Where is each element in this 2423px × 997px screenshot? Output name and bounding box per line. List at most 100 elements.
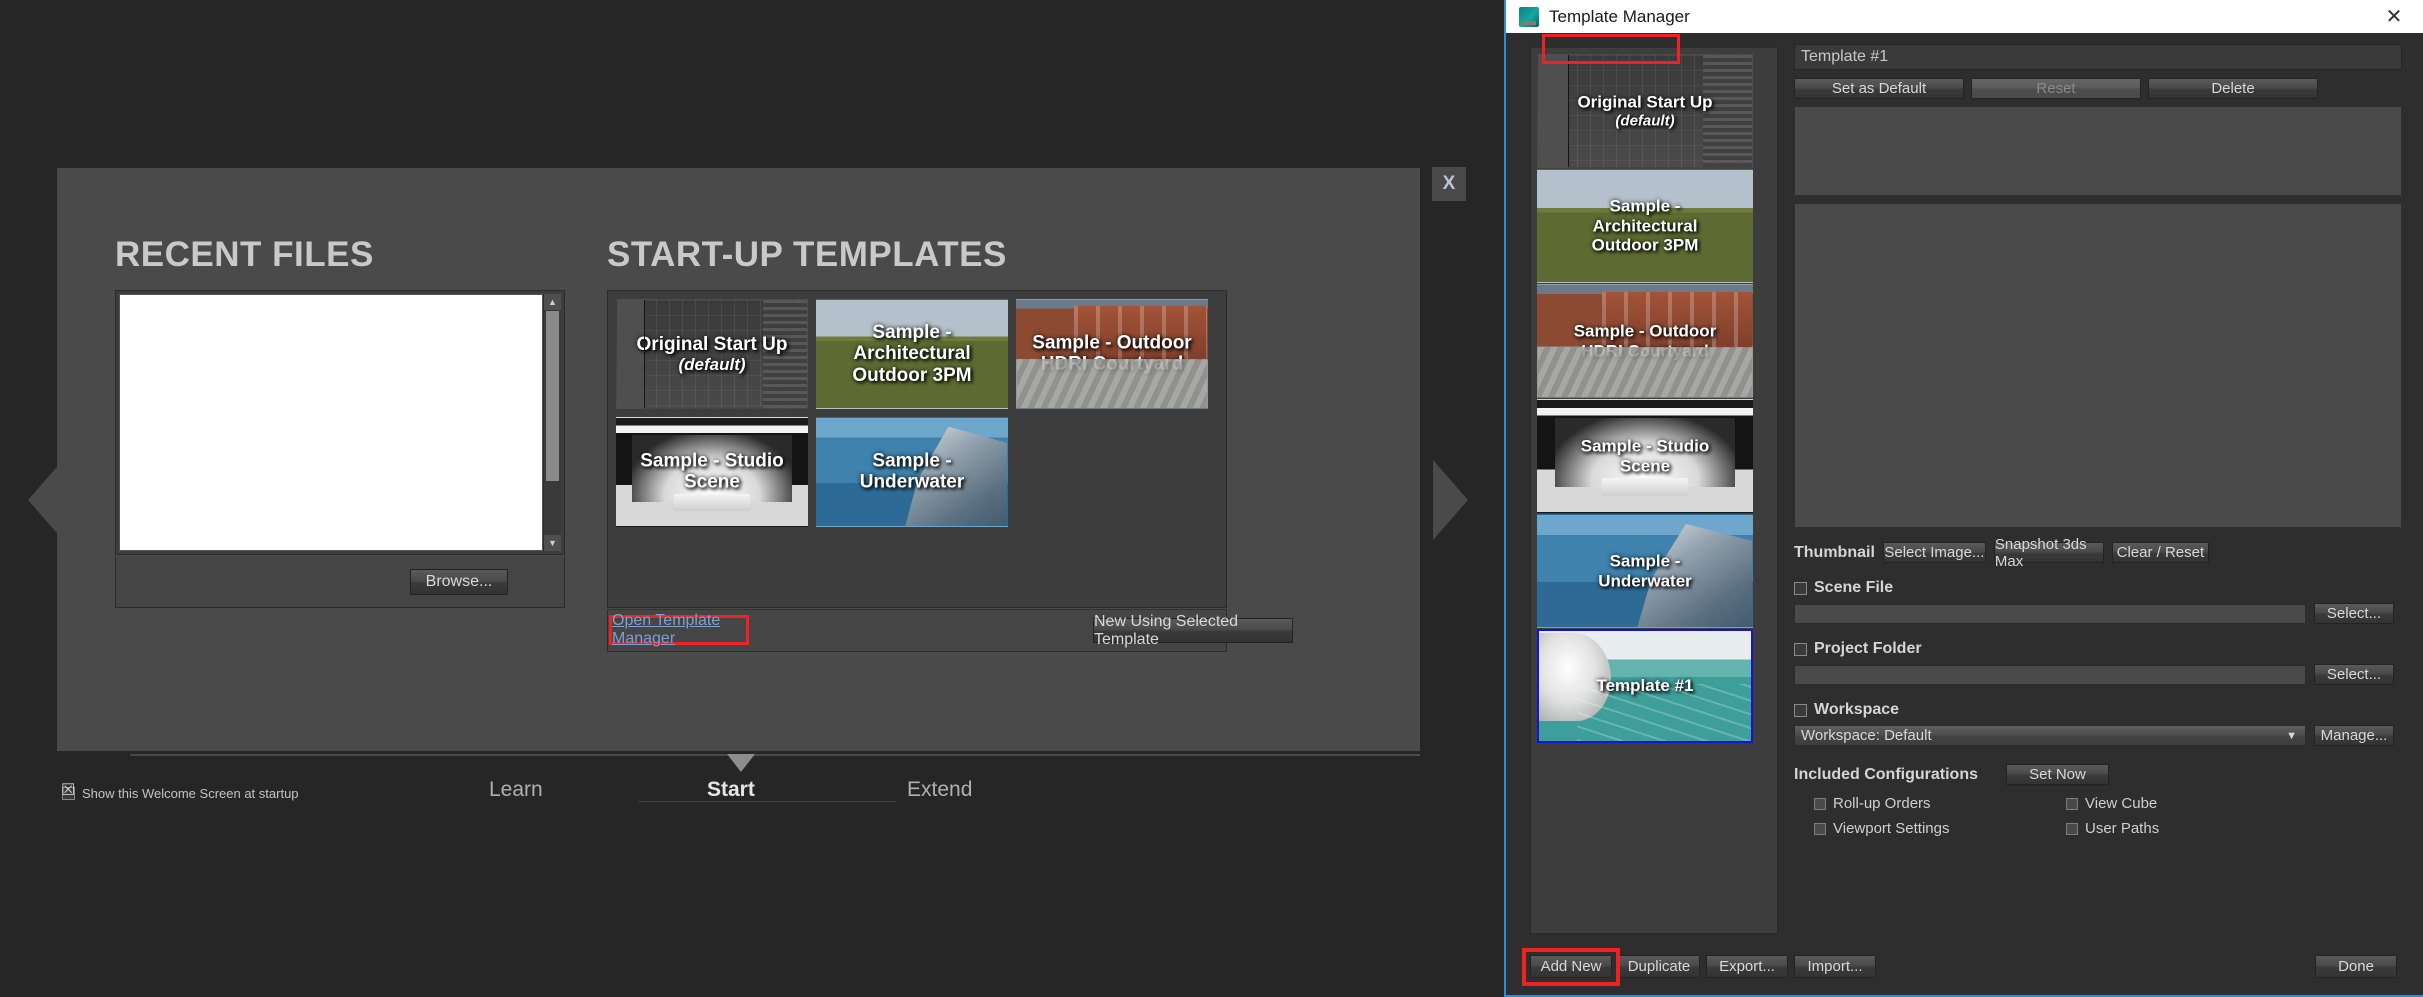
- scene-file-field-row: Select...: [1794, 603, 2402, 624]
- included-config-label: View Cube: [2085, 795, 2158, 812]
- template-list-item[interactable]: Original Start Up (default): [1537, 54, 1753, 168]
- included-configurations-row: Included Configurations Set Now: [1794, 764, 2402, 785]
- export-button[interactable]: Export...: [1706, 955, 1788, 978]
- included-config-checkbox[interactable]: [1814, 822, 1826, 835]
- new-using-selected-template-button[interactable]: New Using Selected Template: [1093, 613, 1293, 648]
- template-manager-window: Template Manager ✕ Original Start Up (def…: [1504, 0, 2423, 997]
- included-config-label: Roll-up Orders: [1833, 795, 1931, 812]
- set-now-button[interactable]: Set Now: [2006, 764, 2109, 785]
- add-new-button[interactable]: Add New: [1530, 955, 1612, 978]
- duplicate-button[interactable]: Duplicate: [1618, 955, 1700, 978]
- included-config-option[interactable]: Viewport Settings: [1814, 820, 2066, 837]
- workspace-manage-button[interactable]: Manage...: [2314, 725, 2394, 746]
- included-config-checkbox[interactable]: [1814, 797, 1826, 810]
- template-list[interactable]: Original Start Up (default) Sample - Archit…: [1537, 54, 1771, 926]
- recent-files-list[interactable]: [119, 294, 543, 551]
- startup-template-card-label: Sample - Outdoor HDRI Courtyard: [1032, 332, 1192, 375]
- template-list-item[interactable]: Template #1: [1537, 629, 1753, 743]
- set-as-default-button[interactable]: Set as Default: [1794, 78, 1964, 99]
- startup-template-card[interactable]: Sample - Underwater: [816, 417, 1008, 527]
- template-description-panel: [1794, 106, 2402, 196]
- project-folder-select-button[interactable]: Select...: [2314, 664, 2394, 685]
- included-config-option[interactable]: User Paths: [2066, 820, 2318, 837]
- open-template-manager-link[interactable]: Open Template Manager: [612, 612, 746, 648]
- template-list-item[interactable]: Sample - Underwater: [1537, 514, 1753, 628]
- workspace-row[interactable]: Workspace: [1794, 701, 2402, 719]
- template-list-item[interactable]: Sample - Studio Scene: [1537, 399, 1753, 513]
- scrollbar-thumb[interactable]: [546, 311, 559, 481]
- startup-template-card[interactable]: Sample - Studio Scene: [616, 417, 808, 527]
- template-list-item-label: Template #1: [1596, 676, 1694, 696]
- next-page-arrow-icon[interactable]: [1433, 460, 1468, 540]
- chevron-down-icon: ▼: [2286, 729, 2297, 742]
- active-tab-pointer-icon: [727, 754, 755, 772]
- startup-templates-title: START-UP TEMPLATES: [607, 235, 1007, 274]
- thumbnail-row: Thumbnail Select Image... Snapshot 3ds M…: [1794, 536, 2402, 570]
- show-welcome-at-startup-row[interactable]: Show this Welcome Screen at startup: [61, 783, 299, 801]
- startup-template-card-label: Sample - Underwater: [859, 450, 965, 493]
- scroll-down-arrow-icon[interactable]: ▼: [544, 535, 561, 551]
- done-button[interactable]: Done: [2315, 955, 2397, 978]
- template-manager-titlebar: Template Manager ✕: [1506, 0, 2423, 33]
- scene-file-select-button[interactable]: Select...: [2314, 603, 2394, 624]
- tab-start[interactable]: Start: [707, 778, 755, 802]
- template-details-pane: Template #1 Set as Default Reset Delete …: [1794, 44, 2402, 837]
- included-config-option[interactable]: View Cube: [2066, 795, 2318, 812]
- template-preview-panel: [1794, 203, 2402, 528]
- recent-files-title: RECENT FILES: [115, 235, 374, 274]
- open-template-manager-highlight: Open Template Manager: [609, 612, 749, 648]
- template-list-item[interactable]: Sample - Architectural Outdoor 3PM: [1537, 169, 1753, 283]
- project-folder-checkbox[interactable]: [1794, 642, 1807, 656]
- import-button[interactable]: Import...: [1794, 955, 1876, 978]
- template-list-item-label: Sample - Studio Scene: [1580, 436, 1710, 475]
- startup-template-card[interactable]: Original Start Up (default): [616, 299, 808, 409]
- startup-templates-box: Original Start Up (default) Sample - Archi…: [607, 290, 1227, 608]
- welcome-panel: RECENT FILES ▲ ▼ Browse... START-UP TEMP…: [57, 168, 1420, 751]
- scene-file-row[interactable]: Scene File: [1794, 579, 2402, 597]
- delete-button[interactable]: Delete: [2148, 78, 2318, 99]
- welcome-tab-underline: [638, 801, 896, 802]
- scene-file-label: Scene File: [1814, 579, 1894, 596]
- project-folder-input[interactable]: [1794, 664, 2306, 685]
- included-config-checkbox[interactable]: [2066, 797, 2078, 810]
- 3ds-max-app-icon: [1519, 6, 1539, 27]
- scrollbar-track[interactable]: [544, 482, 561, 535]
- browse-button[interactable]: Browse...: [410, 569, 508, 595]
- select-image-button[interactable]: Select Image...: [1882, 542, 1986, 563]
- close-icon[interactable]: ✕: [2363, 0, 2423, 33]
- workspace-field-row: Workspace: Default ▼ Manage...: [1794, 725, 2402, 746]
- included-config-label: User Paths: [2085, 820, 2160, 837]
- close-welcome-button[interactable]: X: [1432, 167, 1466, 201]
- startup-template-card[interactable]: Sample - Outdoor HDRI Courtyard: [1016, 299, 1208, 409]
- included-configurations-options: Roll-up Orders View Cube Viewport Settings…: [1794, 795, 2402, 837]
- workspace-label: Workspace: [1814, 701, 1900, 718]
- template-list-item-label: Sample - Outdoor HDRI Courtyard: [1573, 321, 1717, 360]
- included-config-checkbox[interactable]: [2066, 822, 2078, 835]
- workspace-selected-value: Workspace: Default: [1801, 727, 1932, 744]
- tab-learn[interactable]: Learn: [489, 778, 543, 802]
- show-welcome-checkbox[interactable]: [61, 783, 75, 800]
- scene-file-input[interactable]: [1794, 603, 2306, 624]
- recent-files-box: ▲ ▼: [115, 290, 565, 555]
- workspace-dropdown[interactable]: Workspace: Default ▼: [1794, 725, 2306, 746]
- template-list-panel: Original Start Up (default) Sample - Archit…: [1530, 47, 1778, 934]
- scroll-up-arrow-icon[interactable]: ▲: [544, 294, 561, 310]
- clear-reset-button[interactable]: Clear / Reset: [2111, 542, 2209, 563]
- recent-files-scrollbar[interactable]: ▲ ▼: [543, 294, 561, 551]
- startup-template-card-label: Sample - Studio Scene: [640, 450, 784, 493]
- project-folder-field-row: Select...: [1794, 664, 2402, 685]
- workspace-checkbox[interactable]: [1794, 703, 1807, 717]
- included-config-option[interactable]: Roll-up Orders: [1814, 795, 2066, 812]
- template-list-item[interactable]: Sample - Outdoor HDRI Courtyard: [1537, 284, 1753, 398]
- startup-template-card[interactable]: Sample - Architectural Outdoor 3PM: [816, 299, 1008, 409]
- template-list-item-sublabel: (default): [1615, 112, 1675, 130]
- project-folder-row[interactable]: Project Folder: [1794, 640, 2402, 658]
- snapshot-3ds-max-button[interactable]: Snapshot 3ds Max: [1993, 536, 2104, 570]
- tab-extend[interactable]: Extend: [907, 778, 972, 802]
- scene-file-checkbox[interactable]: [1794, 581, 1807, 595]
- template-name-field[interactable]: Template #1: [1794, 44, 2402, 70]
- template-action-buttons: Set as Default Reset Delete: [1794, 78, 2402, 99]
- included-config-label: Viewport Settings: [1833, 820, 1950, 837]
- welcome-screen: X RECENT FILES ▲ ▼ Browse... START-UP TE…: [0, 0, 1480, 997]
- show-welcome-label: Show this Welcome Screen at startup: [82, 786, 299, 801]
